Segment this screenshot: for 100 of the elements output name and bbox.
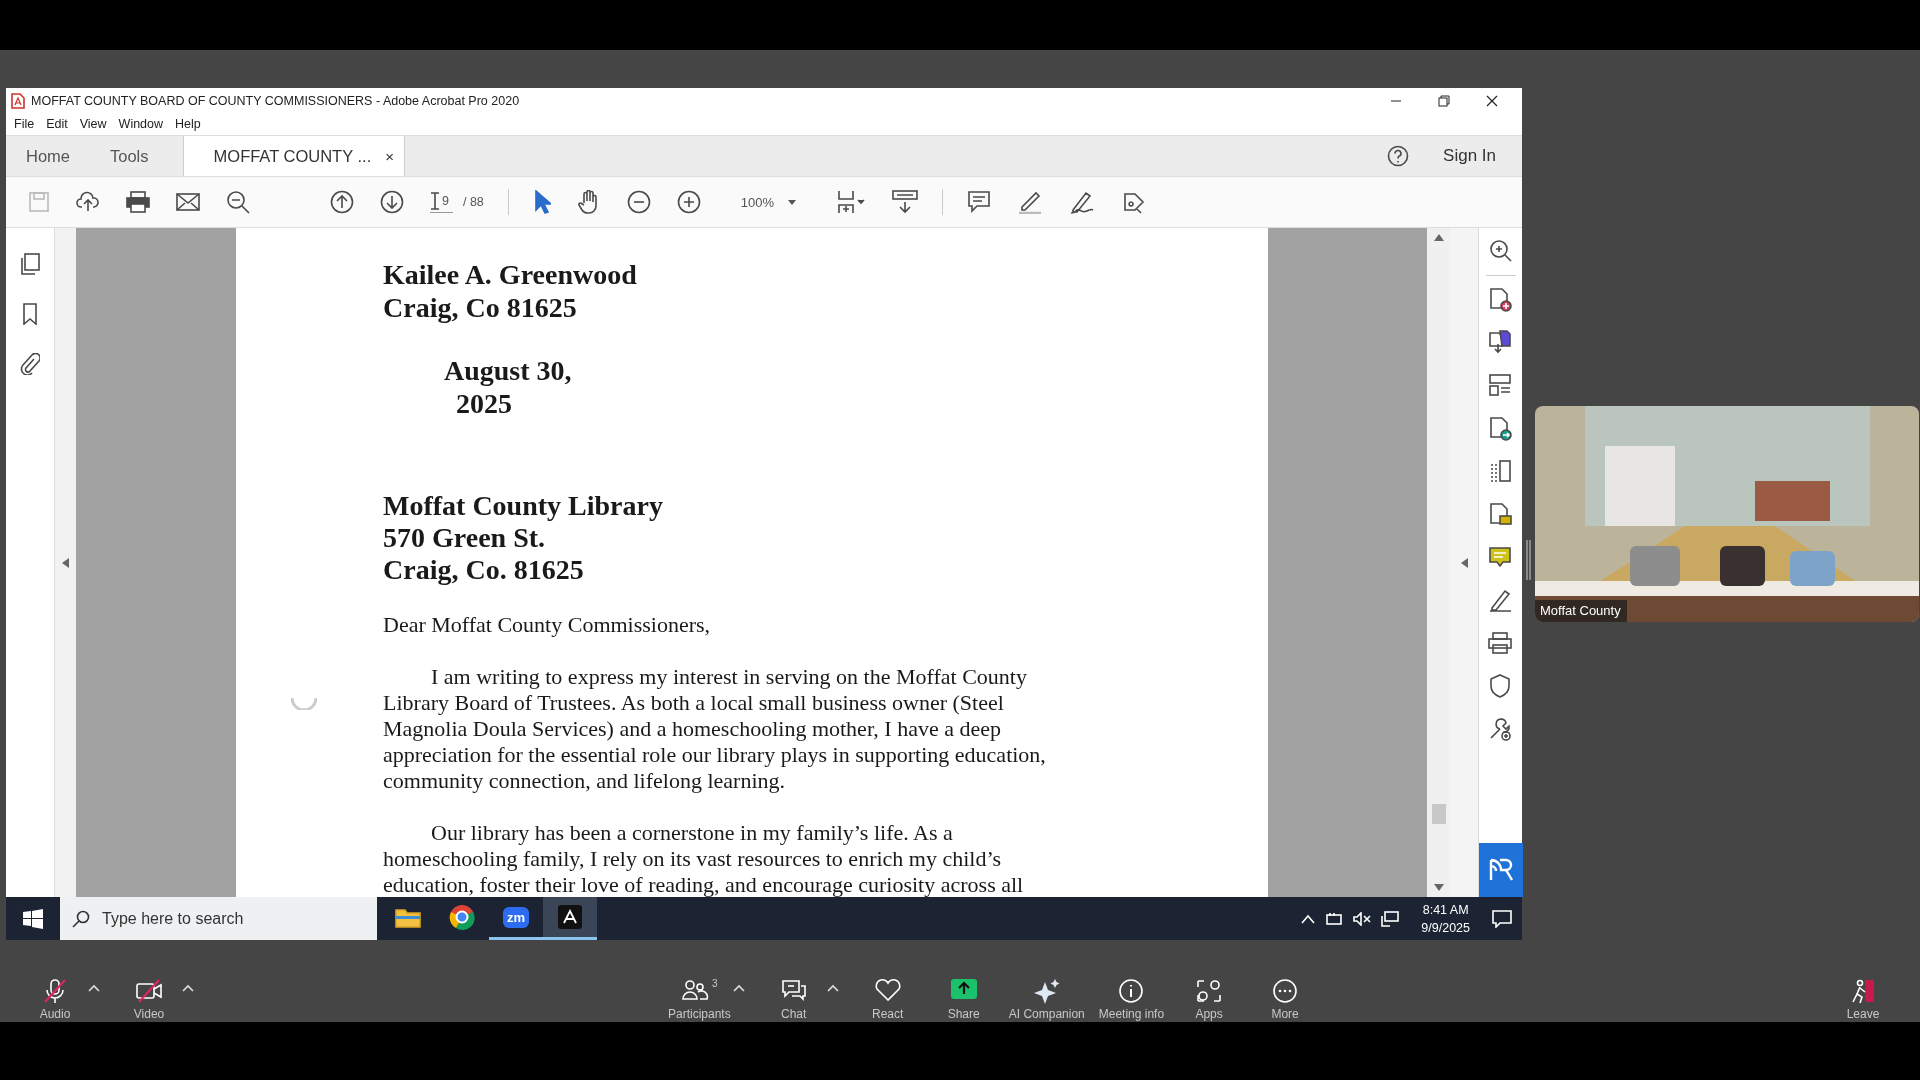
chevron-up-icon[interactable]: [1301, 913, 1316, 924]
browser-icon[interactable]: [449, 904, 475, 930]
meeting-control-button[interactable]: 3 Participants: [664, 976, 735, 1023]
caret-up-icon[interactable]: [732, 984, 745, 992]
magnifier-icon[interactable]: [1487, 238, 1514, 264]
signature-pen-icon[interactable]: [1069, 190, 1096, 214]
tab-label[interactable]: MOFFAT COUNTY ...: [213, 146, 372, 166]
info-icon: [1117, 978, 1146, 1004]
collapse-right-pane-icon[interactable]: [1460, 557, 1468, 568]
scroll-up-icon[interactable]: [1433, 234, 1444, 241]
clock-date: 9/9/2025: [1421, 919, 1470, 937]
caret-up-icon[interactable]: [182, 984, 194, 992]
assistant-button[interactable]: [1478, 843, 1523, 897]
menu-item[interactable]: File: [14, 117, 35, 131]
page-count: / 88: [462, 195, 484, 209]
meeting-control-button[interactable]: Apps: [1174, 976, 1245, 1023]
sender-address-line: Kailee A. Greenwood: [383, 258, 637, 291]
people-icon: [681, 978, 710, 1002]
mail-icon[interactable]: [176, 193, 200, 211]
caret-icon: [788, 199, 797, 205]
cloud-upload-icon[interactable]: [76, 191, 100, 213]
highlighter-icon[interactable]: [1017, 190, 1044, 214]
export-pdf-icon[interactable]: [1487, 330, 1514, 356]
next-page-icon[interactable]: [380, 190, 404, 214]
page-number-field[interactable]: 9: [430, 191, 453, 213]
menu-item[interactable]: View: [79, 117, 107, 131]
taskbar-app-button[interactable]: [543, 897, 597, 940]
text-cursor-icon: [430, 191, 440, 210]
meeting-control-button[interactable]: Leave: [1828, 976, 1898, 1023]
pages-icon[interactable]: [19, 253, 41, 275]
restore-icon[interactable]: [1438, 94, 1450, 107]
meeting-control-button[interactable]: AI Companion: [1004, 976, 1089, 1023]
recipient-address-line: Moffat County Library: [383, 490, 663, 522]
letter-date-line: August 30,: [444, 354, 572, 387]
meeting-control-button[interactable]: Share: [928, 976, 999, 1023]
participant-name: Moffat County: [1535, 600, 1627, 622]
tab[interactable]: MOFFAT COUNTY ... ×: [182, 136, 405, 176]
zoom-in-icon[interactable]: [676, 190, 701, 214]
close-icon[interactable]: [1486, 94, 1498, 107]
menu-item[interactable]: Help: [175, 117, 201, 131]
fill-sign-icon[interactable]: [1487, 588, 1514, 614]
zoom-out-icon[interactable]: [626, 190, 651, 214]
select-pointer-icon[interactable]: [532, 190, 551, 214]
taskbar-search-field[interactable]: Type here to search: [102, 909, 362, 928]
help-icon[interactable]: [1387, 145, 1410, 167]
meeting-control-button[interactable]: Meeting info: [1094, 976, 1169, 1023]
microphone-muted-icon: [41, 978, 69, 1004]
comment-file-icon[interactable]: [1487, 502, 1514, 528]
bookmark-icon[interactable]: [22, 303, 38, 325]
tab[interactable]: Home: [6, 136, 90, 176]
letter-date-line: 2025: [456, 387, 512, 420]
taskbar-search-box[interactable]: Type here to search: [60, 897, 377, 940]
previous-page-icon[interactable]: [330, 190, 354, 214]
page-layout-icon[interactable]: [836, 190, 867, 214]
menu-item[interactable]: Edit: [46, 117, 68, 131]
letter-paragraph: I am writing to express my interest in serving on the Moffat County Library Board of Trustees. As both a local small business owner (Steel Magnolia Doula Services) and a homeschooling mother, I have a deep appreciation for the essential role our library plays in supporting education, community connection, and lifelong learning.: [383, 664, 1046, 794]
heart-icon: [873, 978, 902, 1002]
document-app-icon[interactable]: [557, 904, 583, 930]
menu-item[interactable]: Window: [118, 117, 164, 131]
print-icon[interactable]: [126, 191, 150, 213]
scroll-down-icon[interactable]: [1433, 884, 1444, 891]
pdf-file-icon: [11, 92, 25, 109]
caret-up-icon[interactable]: [88, 984, 100, 992]
salutation: Dear Moffat County Commissioners,: [383, 612, 711, 638]
camera-off-icon: [135, 978, 163, 1004]
collapse-left-icon[interactable]: [62, 557, 69, 568]
meeting-control-button[interactable]: Audio: [20, 976, 90, 1023]
notification-icon[interactable]: [1492, 909, 1512, 928]
zoom-level-dropdown[interactable]: 100%: [736, 191, 801, 213]
more-dots-icon: [1271, 978, 1300, 1004]
sender-address-line: Craig, Co 81625: [383, 291, 577, 324]
resize-handle-icon[interactable]: [1526, 540, 1531, 580]
battery-icon[interactable]: [1325, 911, 1344, 926]
close-tab-button[interactable]: ×: [385, 147, 394, 165]
meeting-control-button[interactable]: React: [852, 976, 923, 1023]
paperclip-icon[interactable]: [20, 353, 40, 375]
share-screen-icon: [949, 978, 978, 1000]
meeting-control-button[interactable]: Chat: [758, 976, 829, 1023]
scroll-mode-icon[interactable]: [892, 190, 919, 214]
create-pdf-icon[interactable]: [1487, 287, 1514, 313]
organize-pages-icon[interactable]: [1487, 373, 1514, 399]
meeting-control-button[interactable]: More: [1250, 976, 1321, 1023]
folder-icon[interactable]: [395, 906, 421, 928]
speaker-muted-icon[interactable]: [1353, 911, 1372, 926]
sign-in-link[interactable]: Sign In: [1443, 146, 1496, 166]
tab[interactable]: Tools: [90, 136, 169, 176]
zoom-out-search-icon[interactable]: [226, 190, 250, 214]
clock-time: 8:41 AM: [1422, 901, 1469, 919]
meeting-control-button[interactable]: Video: [114, 976, 184, 1023]
export-file-icon[interactable]: [1487, 416, 1514, 442]
sparkle-icon: [1032, 978, 1061, 1004]
video-app-icon[interactable]: zm: [502, 906, 530, 928]
network-icon[interactable]: [1381, 910, 1400, 927]
comment-icon[interactable]: [967, 190, 992, 214]
scrollbar-thumb[interactable]: [1431, 804, 1446, 824]
apps-grid-icon: [1195, 978, 1224, 1004]
exit-walking-icon: [1849, 978, 1877, 1004]
print-production-icon[interactable]: [1487, 631, 1514, 657]
recipient-address-line: Craig, Co. 81625: [383, 554, 584, 586]
caret-up-icon[interactable]: [826, 984, 839, 992]
